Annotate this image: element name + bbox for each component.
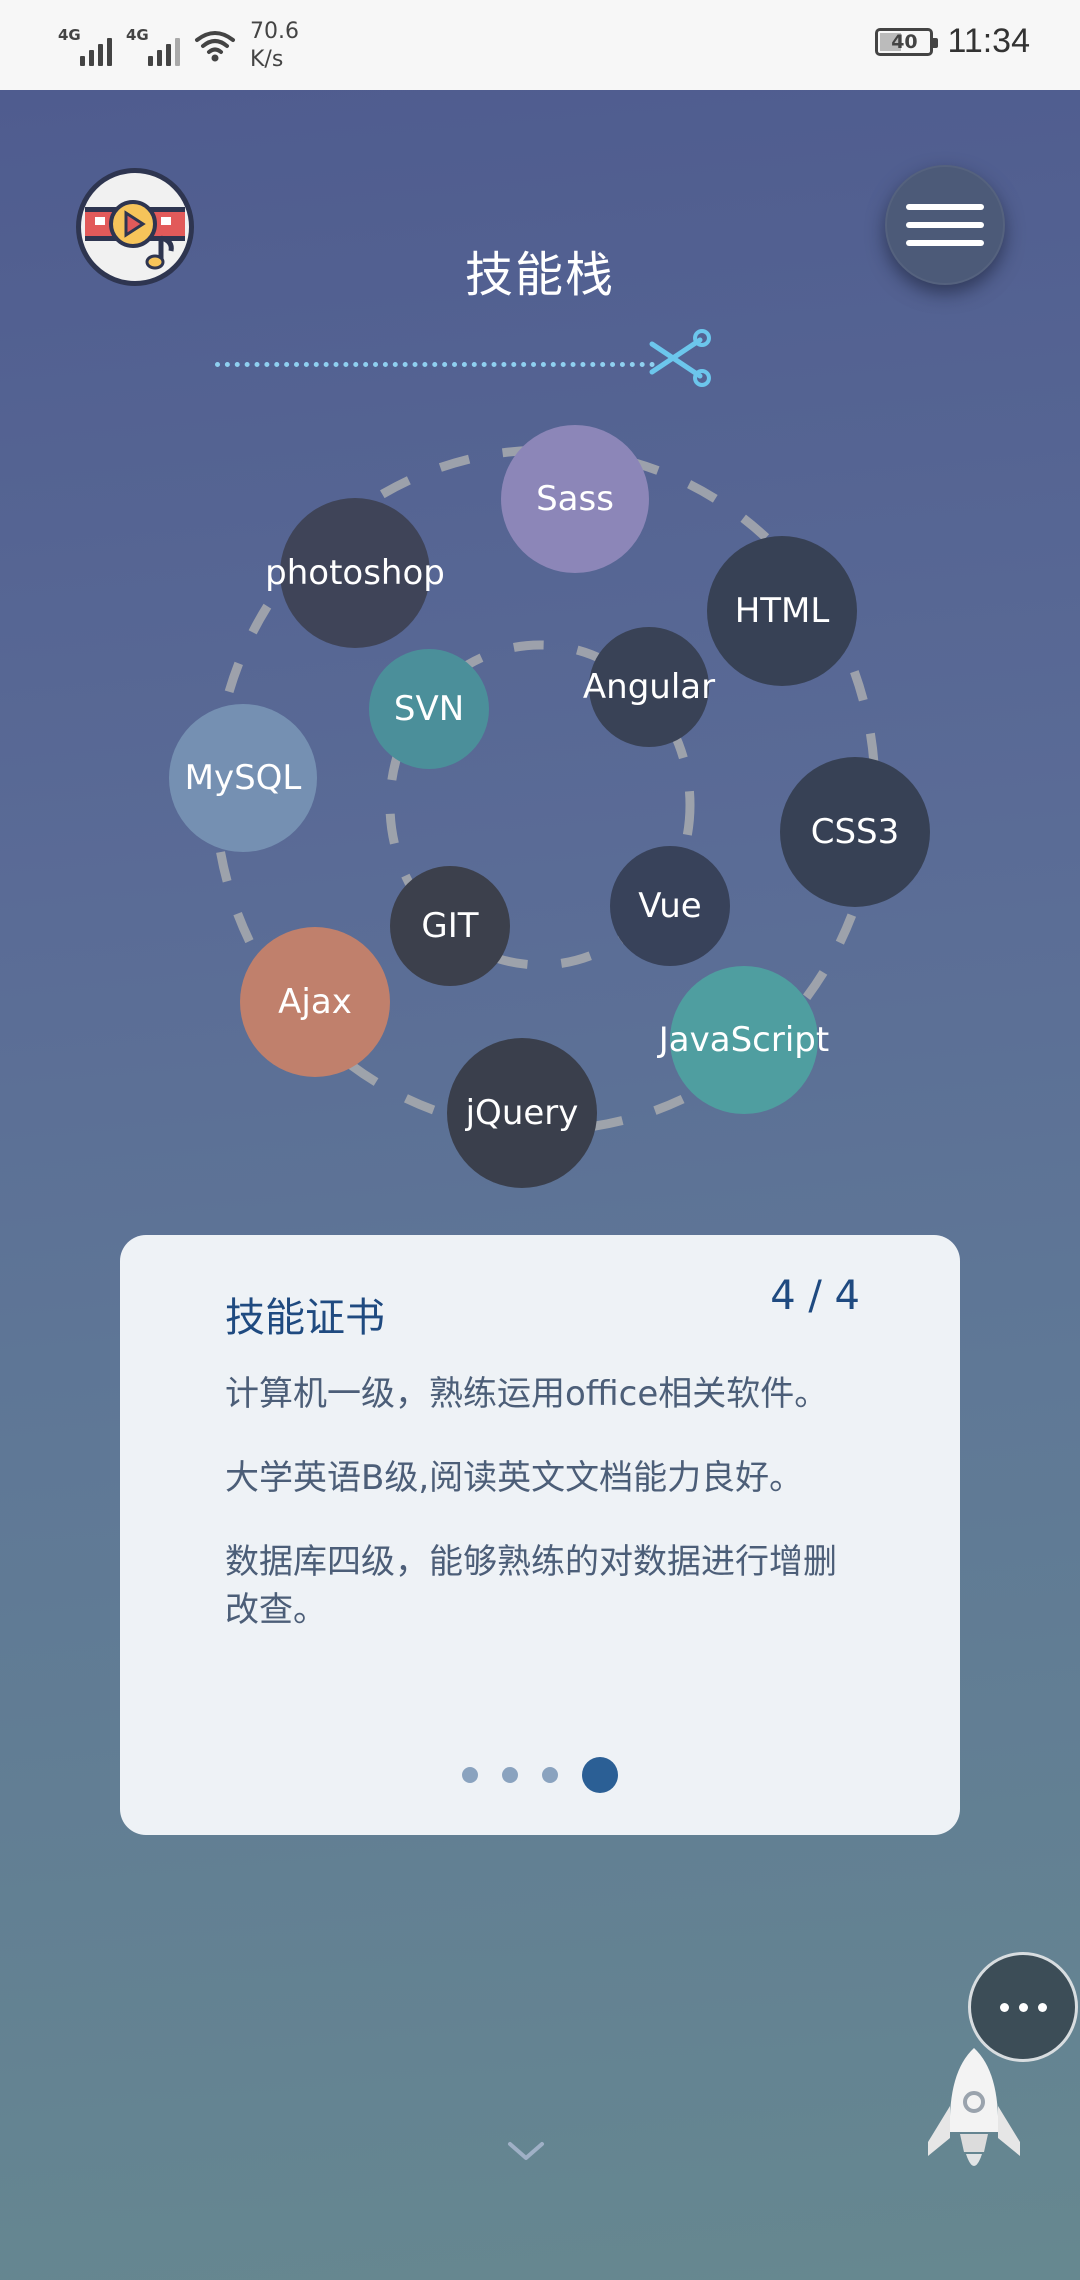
skill-bubble-git[interactable]: GIT bbox=[390, 866, 510, 986]
clock: 11:34 bbox=[947, 22, 1030, 60]
battery-icon: 40 bbox=[875, 27, 939, 56]
card-line: 计算机一级，熟练运用office相关软件。 bbox=[225, 1374, 829, 1414]
skill-bubble-html[interactable]: HTML bbox=[707, 536, 857, 686]
signal-icon: 4G bbox=[126, 26, 180, 66]
card-title: 技能证书 bbox=[225, 1295, 385, 1341]
skill-bubble-svn[interactable]: SVN bbox=[369, 649, 489, 769]
card-line: 大学英语B级,阅读英文文档能力良好。 bbox=[225, 1458, 804, 1498]
skill-bubble-sass[interactable]: Sass bbox=[501, 425, 649, 573]
more-icon bbox=[999, 2002, 1009, 2012]
network-type-2: 4G bbox=[126, 26, 149, 44]
card-line: 数据库四级，能够熟练的对数据进行增删改查。 bbox=[225, 1542, 837, 1630]
skill-bubble-jquery[interactable]: jQuery bbox=[447, 1038, 597, 1188]
card-content: 计算机一级，熟练运用office相关软件。 大学英语B级,阅读英文文档能力良好。… bbox=[225, 1370, 865, 1670]
main-page[interactable]: 技能栈 Sass HTML CSS3 JavaScript jQuery Aja… bbox=[0, 90, 1080, 2280]
wifi-icon bbox=[195, 31, 235, 62]
skill-bubble-javascript[interactable]: JavaScript bbox=[659, 966, 829, 1114]
certificate-card[interactable]: 技能证书 4 / 4 计算机一级，熟练运用office相关软件。 大学英语B级,… bbox=[120, 1235, 960, 1835]
carousel-pager bbox=[120, 1757, 960, 1793]
pager-dot-active[interactable] bbox=[582, 1757, 618, 1793]
chevron-down-icon[interactable] bbox=[506, 2140, 546, 2164]
pager-dot[interactable] bbox=[542, 1767, 558, 1783]
signal-icon: 4G bbox=[58, 26, 112, 66]
status-bar: 4G 4G 70.6 K/s 40 11:34 bbox=[0, 0, 1080, 90]
status-left: 4G 4G 70.6 K/s bbox=[58, 18, 299, 74]
skill-bubble-mysql[interactable]: MySQL bbox=[169, 704, 317, 852]
skills-ring: Sass HTML CSS3 JavaScript jQuery Ajax My… bbox=[0, 90, 1080, 1290]
status-right: 40 11:34 bbox=[875, 22, 1030, 61]
skill-bubble-angular[interactable]: Angular bbox=[583, 627, 715, 747]
network-speed: 70.6 K/s bbox=[250, 19, 299, 72]
rocket-icon[interactable] bbox=[922, 2042, 1026, 2182]
network-type-1: 4G bbox=[58, 26, 81, 44]
card-counter: 4 / 4 bbox=[770, 1273, 860, 1319]
pager-dot[interactable] bbox=[462, 1767, 478, 1783]
skill-bubble-css3[interactable]: CSS3 bbox=[780, 757, 930, 907]
pager-dot[interactable] bbox=[502, 1767, 518, 1783]
skill-bubble-vue[interactable]: Vue bbox=[610, 846, 730, 966]
skill-bubble-photoshop[interactable]: photoshop bbox=[265, 498, 445, 648]
skill-bubble-ajax[interactable]: Ajax bbox=[240, 927, 390, 1077]
